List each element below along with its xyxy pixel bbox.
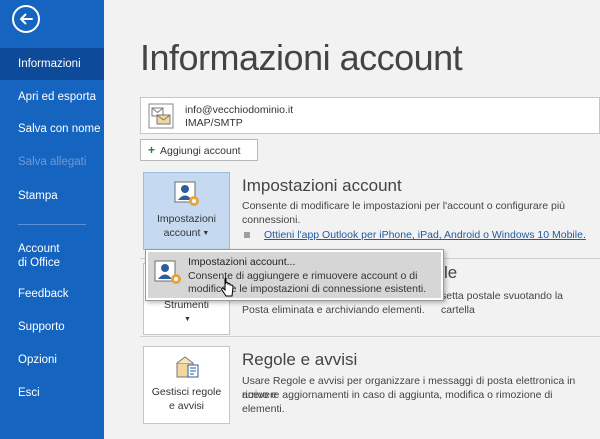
account-settings-button[interactable]: Impostazioni account ▼ bbox=[143, 172, 230, 250]
account-settings-title: Impostazioni account bbox=[242, 176, 402, 195]
tools-title-fragment: le bbox=[444, 263, 458, 282]
account-settings-icon bbox=[154, 260, 181, 284]
account-selector[interactable]: info@vecchiodominio.it IMAP/SMTP bbox=[140, 97, 600, 134]
plus-icon: + bbox=[148, 143, 156, 157]
account-settings-menu: Impostazioni account... Consente di aggi… bbox=[145, 249, 444, 301]
nav-item-informazioni[interactable]: Informazioni bbox=[0, 48, 104, 80]
tools-desc-2: Posta eliminata e archiviando elementi. bbox=[242, 304, 425, 316]
back-arrow-icon bbox=[20, 13, 33, 25]
menu-item-account-settings[interactable]: Impostazioni account... Consente di aggi… bbox=[148, 252, 441, 298]
account-settings-desc-2: connessioni. bbox=[242, 214, 301, 226]
rules-icon bbox=[176, 356, 199, 378]
dropdown-arrow-icon: ▼ bbox=[184, 316, 191, 323]
nav-item-salva-allegati[interactable]: Salva allegati bbox=[0, 146, 104, 178]
menu-item-title: Impostazioni account... bbox=[188, 256, 296, 268]
rules-desc-2: ricevere aggiornamenti in caso di aggiun… bbox=[242, 389, 553, 415]
manage-rules-button[interactable]: Gestisci regole e avvisi bbox=[143, 346, 230, 424]
nav-item-supporto[interactable]: Supporto bbox=[0, 311, 104, 343]
backstage-sidebar: Informazioni Apri ed esporta Salva con n… bbox=[0, 0, 104, 439]
add-account-label: Aggiungi account bbox=[160, 145, 241, 157]
nav-item-opzioni[interactable]: Opzioni bbox=[0, 344, 104, 376]
nav-item-label: di Office bbox=[18, 257, 60, 269]
manage-rules-label-2: e avvisi bbox=[168, 400, 204, 412]
bullet-icon bbox=[244, 232, 250, 238]
rules-title: Regole e avvisi bbox=[242, 350, 358, 369]
nav-item-esci[interactable]: Esci bbox=[0, 377, 104, 409]
account-settings-desc-1: Consente di modificare le impostazioni p… bbox=[242, 200, 566, 212]
nav-item-apri-esporta[interactable]: Apri ed esporta bbox=[0, 81, 104, 113]
back-button[interactable] bbox=[12, 5, 40, 33]
account-settings-label-2: account ▼ bbox=[163, 227, 210, 239]
nav-item-label: Account bbox=[18, 243, 60, 255]
main-content: Informazioni account info@vecchiodominio… bbox=[104, 0, 600, 439]
account-settings-icon bbox=[174, 181, 199, 206]
account-type: IMAP/SMTP bbox=[185, 117, 243, 129]
account-settings-label: Impostazioni bbox=[157, 213, 216, 225]
nav-item-stampa[interactable]: Stampa bbox=[0, 180, 104, 212]
nav-item-feedback[interactable]: Feedback bbox=[0, 278, 104, 310]
manage-rules-label: Gestisci regole bbox=[151, 386, 222, 398]
add-account-button[interactable]: + Aggiungi account bbox=[140, 139, 258, 161]
page-title: Informazioni account bbox=[140, 37, 463, 78]
section-divider bbox=[140, 336, 600, 337]
nav-item-account-office[interactable]: Account di Office bbox=[0, 238, 104, 274]
nav-item-salva-con-nome[interactable]: Salva con nome bbox=[0, 113, 104, 145]
outlook-app-link[interactable]: Ottieni l'app Outlook per iPhone, iPad, … bbox=[264, 229, 586, 241]
account-email: info@vecchiodominio.it bbox=[185, 104, 294, 116]
mouse-cursor-icon bbox=[221, 278, 234, 297]
email-account-icon bbox=[148, 103, 174, 129]
sidebar-divider bbox=[18, 224, 86, 225]
dropdown-arrow-icon: ▼ bbox=[202, 230, 210, 237]
